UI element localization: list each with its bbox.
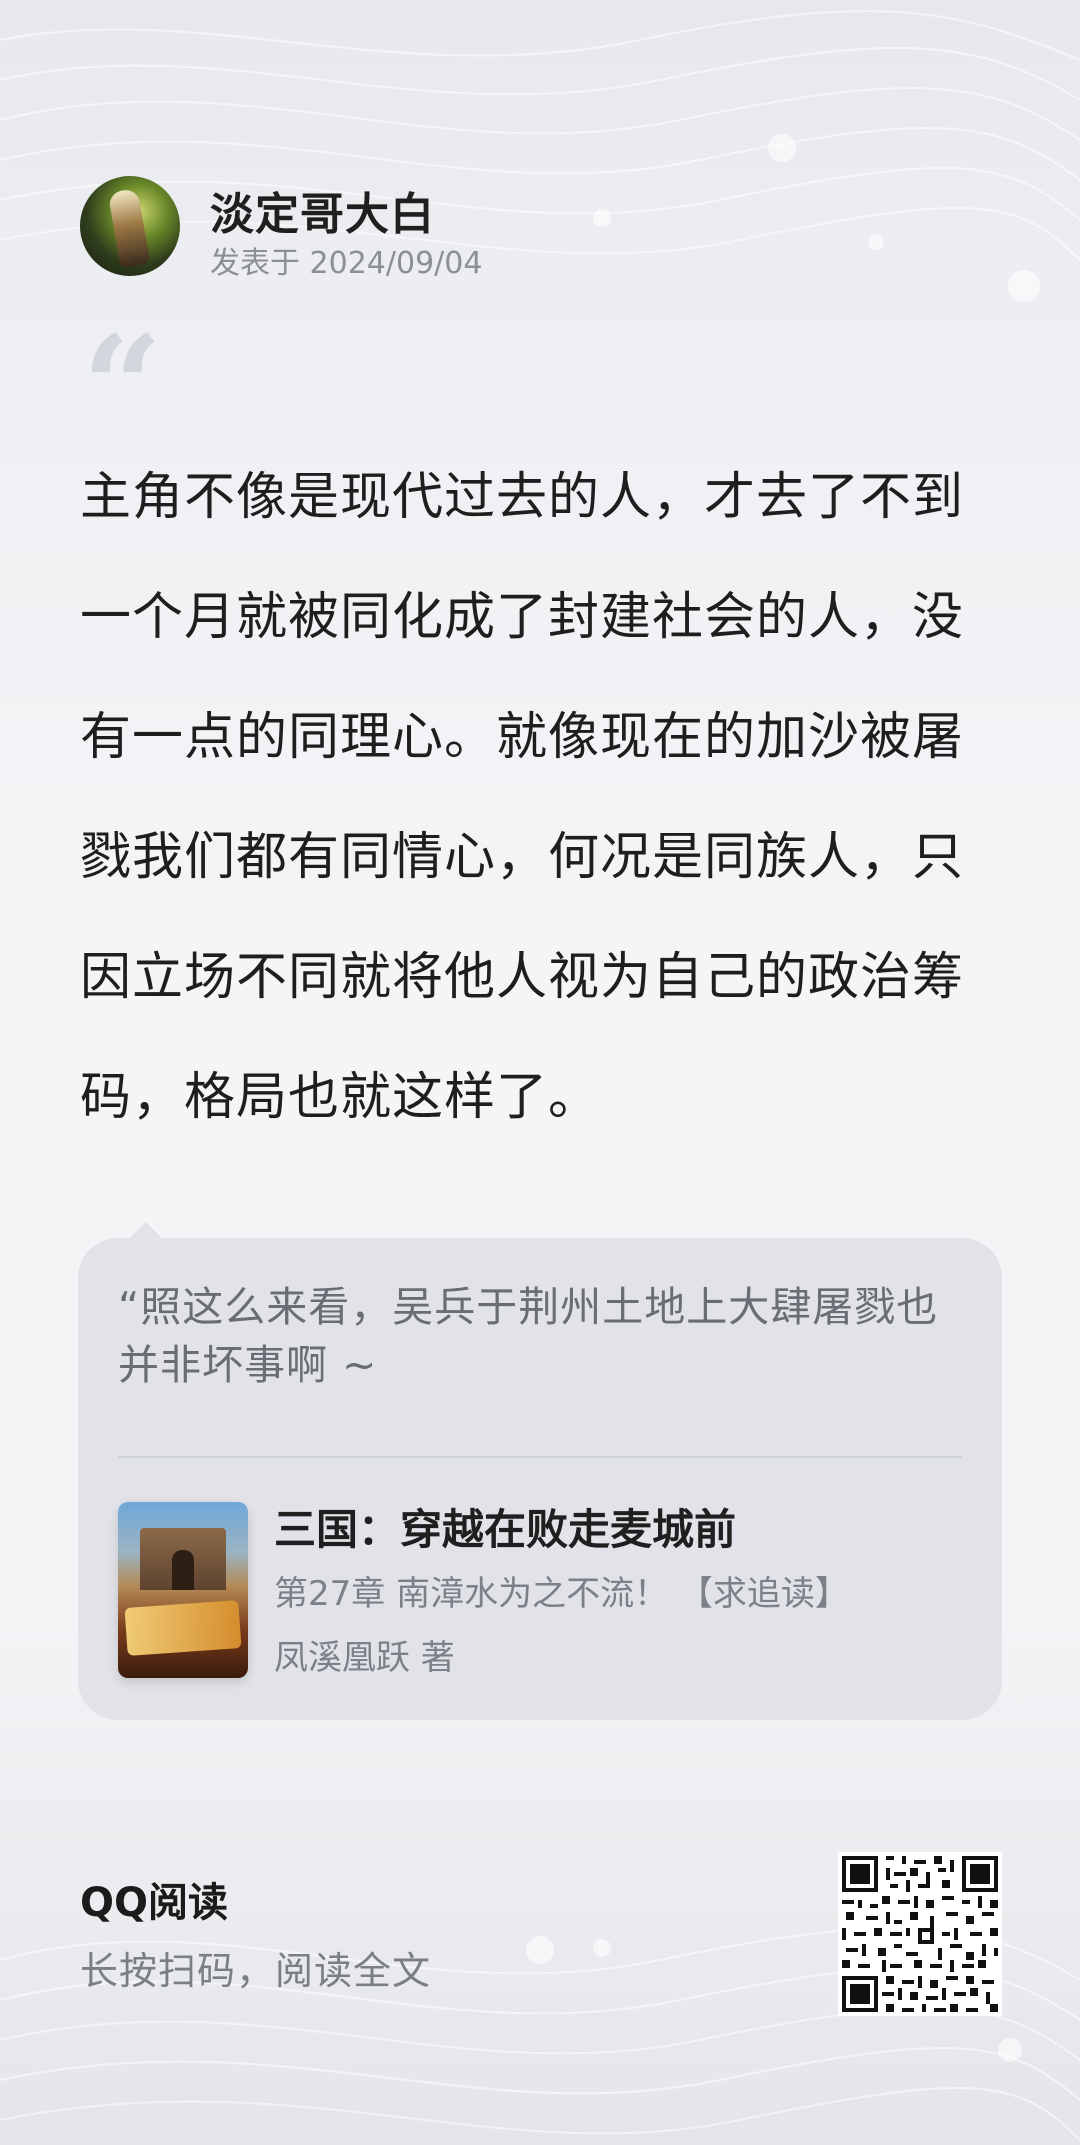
comment-text: 主角不像是现代过去的人，才去了不到一个月就被同化成了封建社会的人，没有一点的同理… — [80, 468, 965, 1127]
excerpt-card[interactable]: “照这么来看，吴兵于荆州土地上大肆屠戮也并非坏事啊 ~ 三国：穿越在败走麦城前 … — [78, 1238, 1002, 1720]
avatar[interactable] — [80, 176, 180, 276]
cover-gate-illustration — [140, 1528, 226, 1590]
book-title[interactable]: 三国：穿越在败走麦城前 — [274, 1496, 736, 1557]
excerpt-text: “照这么来看，吴兵于荆州土地上大肆屠戮也并非坏事啊 ~ — [118, 1283, 939, 1389]
scan-hint: 长按扫码，阅读全文 — [80, 1949, 432, 1993]
cover-title-band — [124, 1600, 242, 1656]
app-brand: QQ阅读 — [80, 1880, 229, 1926]
author-name[interactable]: 淡定哥大白 — [210, 178, 435, 242]
post-header: 淡定哥大白 发表于 2024/09/04 — [80, 176, 1000, 281]
book-chapter: 第27章 南漳水为之不流！ 【求追读】 — [274, 1574, 849, 1614]
quote-mark-icon: “ — [82, 318, 163, 408]
book-author: 凤溪凰跃 著 — [274, 1638, 455, 1678]
book-cover-image[interactable] — [118, 1502, 248, 1678]
card-divider — [118, 1456, 962, 1458]
avatar-figure — [107, 187, 151, 269]
post-date: 发表于 2024/09/04 — [210, 246, 483, 281]
qr-code-icon[interactable] — [838, 1852, 1002, 2016]
